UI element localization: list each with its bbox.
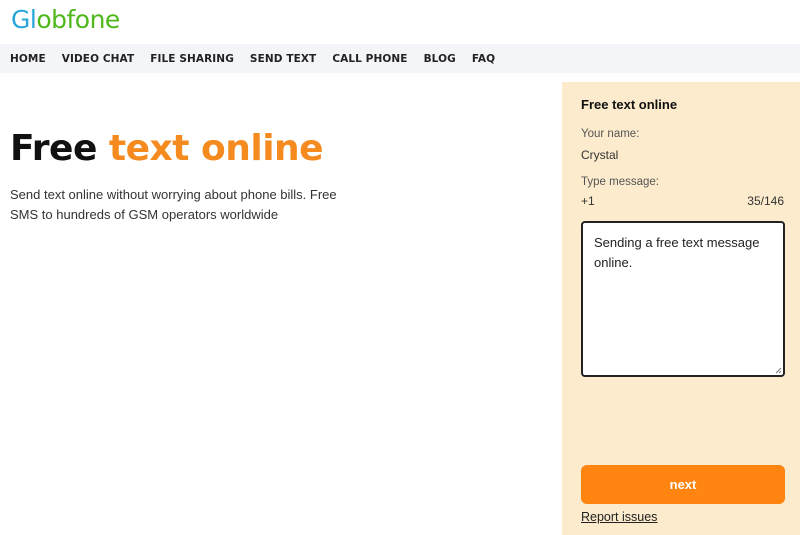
nav-item-file-sharing[interactable]: FILE SHARING (150, 53, 234, 65)
report-issues-link[interactable]: Report issues (581, 510, 657, 524)
page-description: Send text online without worrying about … (10, 187, 337, 222)
name-value[interactable]: Crystal (581, 148, 618, 162)
page-title: Free text online (10, 128, 324, 169)
message-text: Sending a free text message online. (594, 235, 760, 270)
country-code: +1 (581, 194, 595, 208)
send-text-panel: Free text online Your name: Crystal Type… (562, 82, 800, 535)
nav-item-video-chat[interactable]: VIDEO CHAT (62, 53, 134, 65)
next-button[interactable]: next (581, 465, 785, 504)
logo-text-part2: obfone (36, 5, 120, 34)
top-bar: Globfone (0, 0, 800, 44)
panel-title: Free text online (581, 97, 678, 112)
nav-item-send-text[interactable]: SEND TEXT (250, 53, 316, 65)
page-title-accent: text online (108, 128, 324, 169)
resize-grip-icon[interactable] (774, 366, 782, 374)
main-nav: HOME VIDEO CHAT FILE SHARING SEND TEXT C… (0, 44, 800, 73)
logo-text-part1: Gl (11, 5, 37, 34)
message-textarea[interactable]: Sending a free text message online. (581, 221, 785, 377)
page-title-plain: Free (10, 128, 97, 169)
char-counter: 35/146 (747, 194, 784, 208)
globfone-logo[interactable]: Globfone (11, 5, 120, 34)
nav-item-home[interactable]: HOME (10, 53, 46, 65)
nav-item-blog[interactable]: BLOG (424, 53, 456, 65)
message-label: Type message: (581, 176, 659, 188)
name-label: Your name: (581, 128, 640, 140)
nav-item-call-phone[interactable]: CALL PHONE (332, 53, 407, 65)
nav-item-faq[interactable]: FAQ (472, 53, 495, 65)
